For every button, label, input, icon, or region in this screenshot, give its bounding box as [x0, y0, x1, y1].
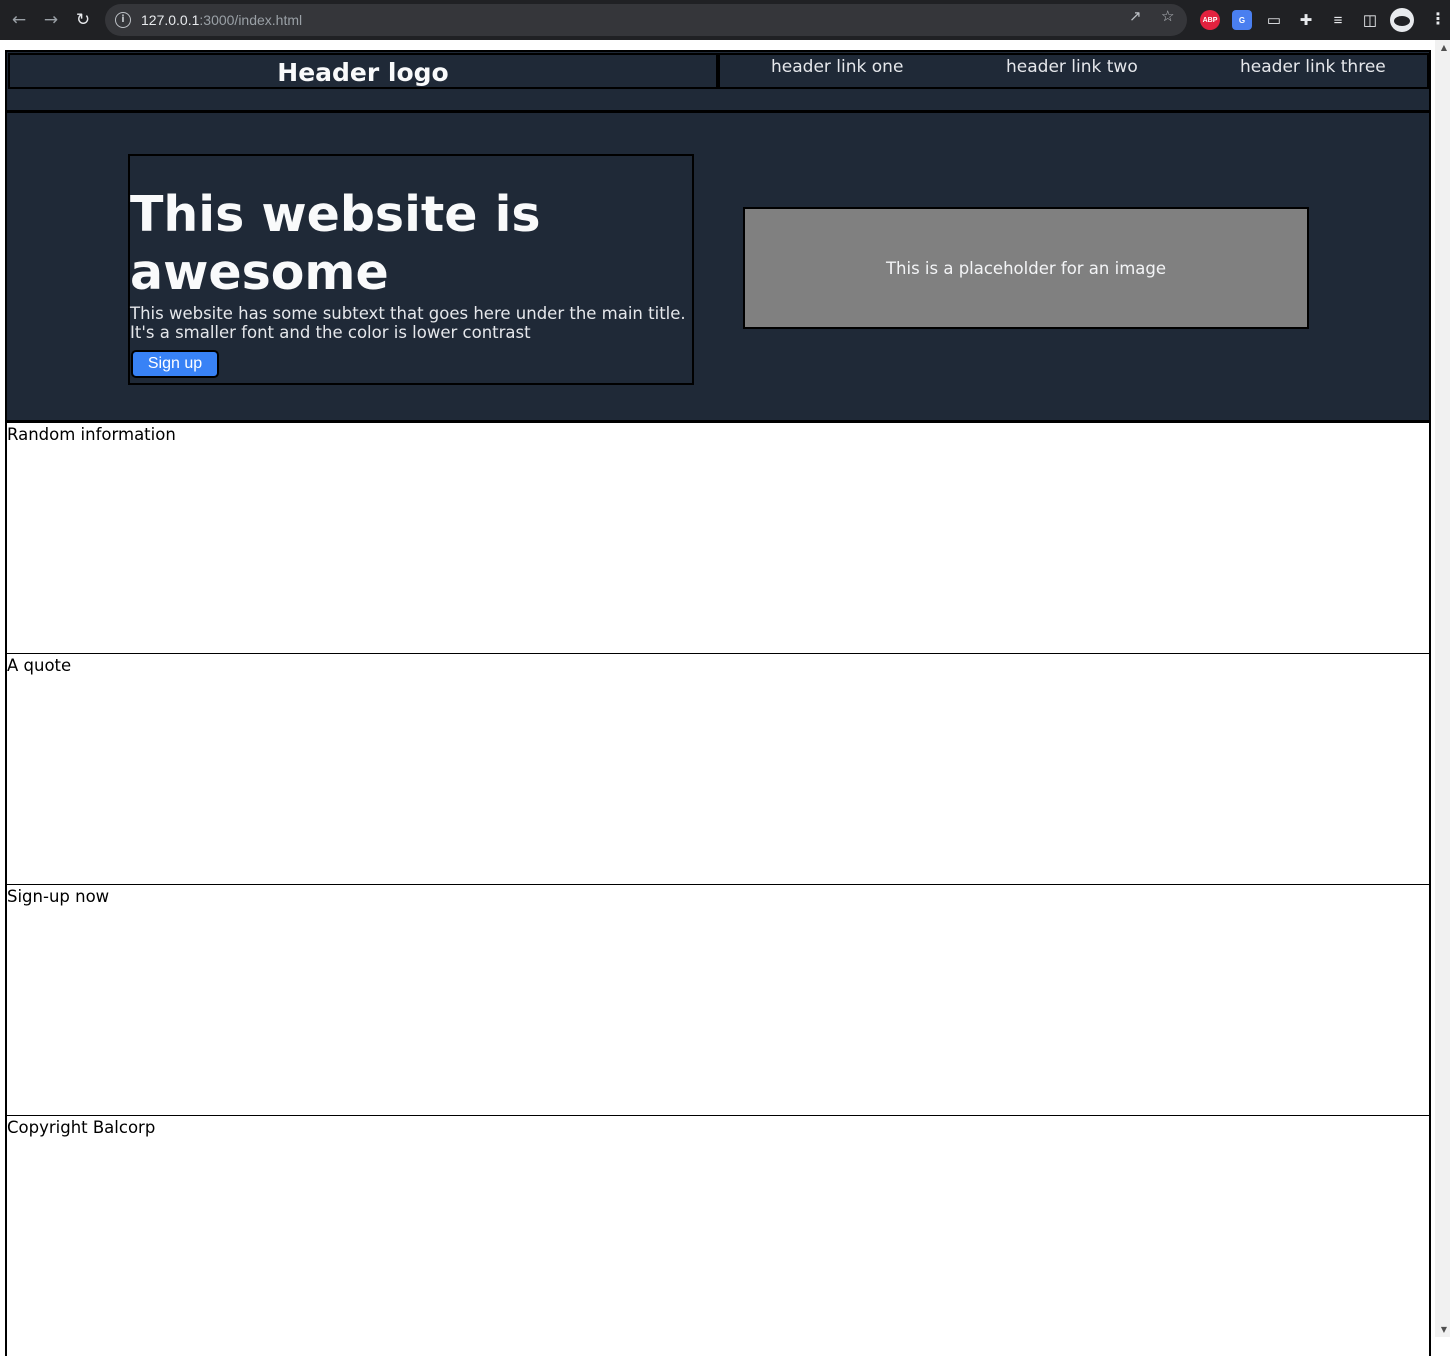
star-icon[interactable]: ☆: [1161, 7, 1174, 25]
header-logo[interactable]: Header logo: [10, 58, 716, 87]
puzzle-icon[interactable]: ✚: [1296, 10, 1316, 30]
side-panel-icon[interactable]: ◫: [1360, 10, 1380, 30]
hero-text-block: This website is awesome This website has…: [128, 154, 694, 385]
scroll-up-arrow-icon[interactable]: ▲: [1441, 43, 1447, 52]
header-link-three[interactable]: header link three: [1240, 57, 1386, 77]
url-host: 127.0.0.1: [141, 12, 200, 28]
footer-section: Copyright Balcorp: [5, 1116, 1431, 1356]
page-viewport: ▲ ▼ Header logo header link one header l…: [0, 40, 1450, 1356]
section-label: A quote: [7, 656, 72, 675]
random-information-section: Random information: [5, 423, 1431, 656]
cast-icon[interactable]: ▭: [1264, 10, 1284, 30]
copyright-text: Copyright Balcorp: [7, 1118, 156, 1137]
section-label: Random information: [7, 425, 176, 444]
scroll-down-arrow-icon[interactable]: ▼: [1441, 1325, 1447, 1334]
sign-up-now-section: Sign-up now: [5, 885, 1431, 1118]
header-link-two[interactable]: header link two: [1006, 57, 1138, 77]
share-icon[interactable]: ↗: [1129, 7, 1142, 25]
site-header: Header logo header link one header link …: [5, 50, 1431, 112]
hero-image-placeholder: This is a placeholder for an image: [743, 207, 1309, 329]
url-text[interactable]: 127.0.0.1:3000/index.html: [141, 12, 302, 28]
quote-section: A quote: [5, 654, 1431, 887]
sign-up-button[interactable]: Sign up: [131, 350, 219, 378]
header-link-one[interactable]: header link one: [771, 57, 903, 77]
google-translate-icon[interactable]: G: [1232, 10, 1252, 30]
header-links: header link one header link two header l…: [718, 53, 1429, 89]
section-label: Sign-up now: [7, 887, 110, 906]
hero-title: This website is awesome: [130, 186, 541, 301]
arrow-right-icon[interactable]: →: [39, 8, 63, 32]
browser-toolbar: ← → ↻ i 127.0.0.1:3000/index.html ↗ ☆ AB…: [0, 0, 1450, 40]
abp-extension-icon[interactable]: ABP: [1200, 10, 1220, 30]
address-bar[interactable]: i 127.0.0.1:3000/index.html: [105, 4, 1187, 36]
scrollbar[interactable]: ▲ ▼: [1435, 40, 1450, 1337]
kebab-menu-icon[interactable]: ⋮: [1430, 9, 1446, 28]
info-icon[interactable]: i: [115, 12, 131, 28]
reading-list-icon[interactable]: ≡: [1328, 10, 1348, 30]
image-placeholder-text: This is a placeholder for an image: [885, 258, 1167, 278]
scrollbar-thumb[interactable]: [1438, 54, 1447, 1314]
abp-label: ABP: [1202, 16, 1218, 24]
arrow-left-icon[interactable]: ←: [7, 8, 31, 32]
header-logo-container: Header logo: [8, 53, 718, 89]
hero-section: This website is awesome This website has…: [5, 111, 1431, 423]
reload-icon[interactable]: ↻: [71, 8, 95, 32]
profile-avatar[interactable]: [1390, 8, 1414, 32]
url-path: :3000/index.html: [199, 12, 303, 28]
hero-subtext: This website has some subtext that goes …: [130, 304, 686, 342]
